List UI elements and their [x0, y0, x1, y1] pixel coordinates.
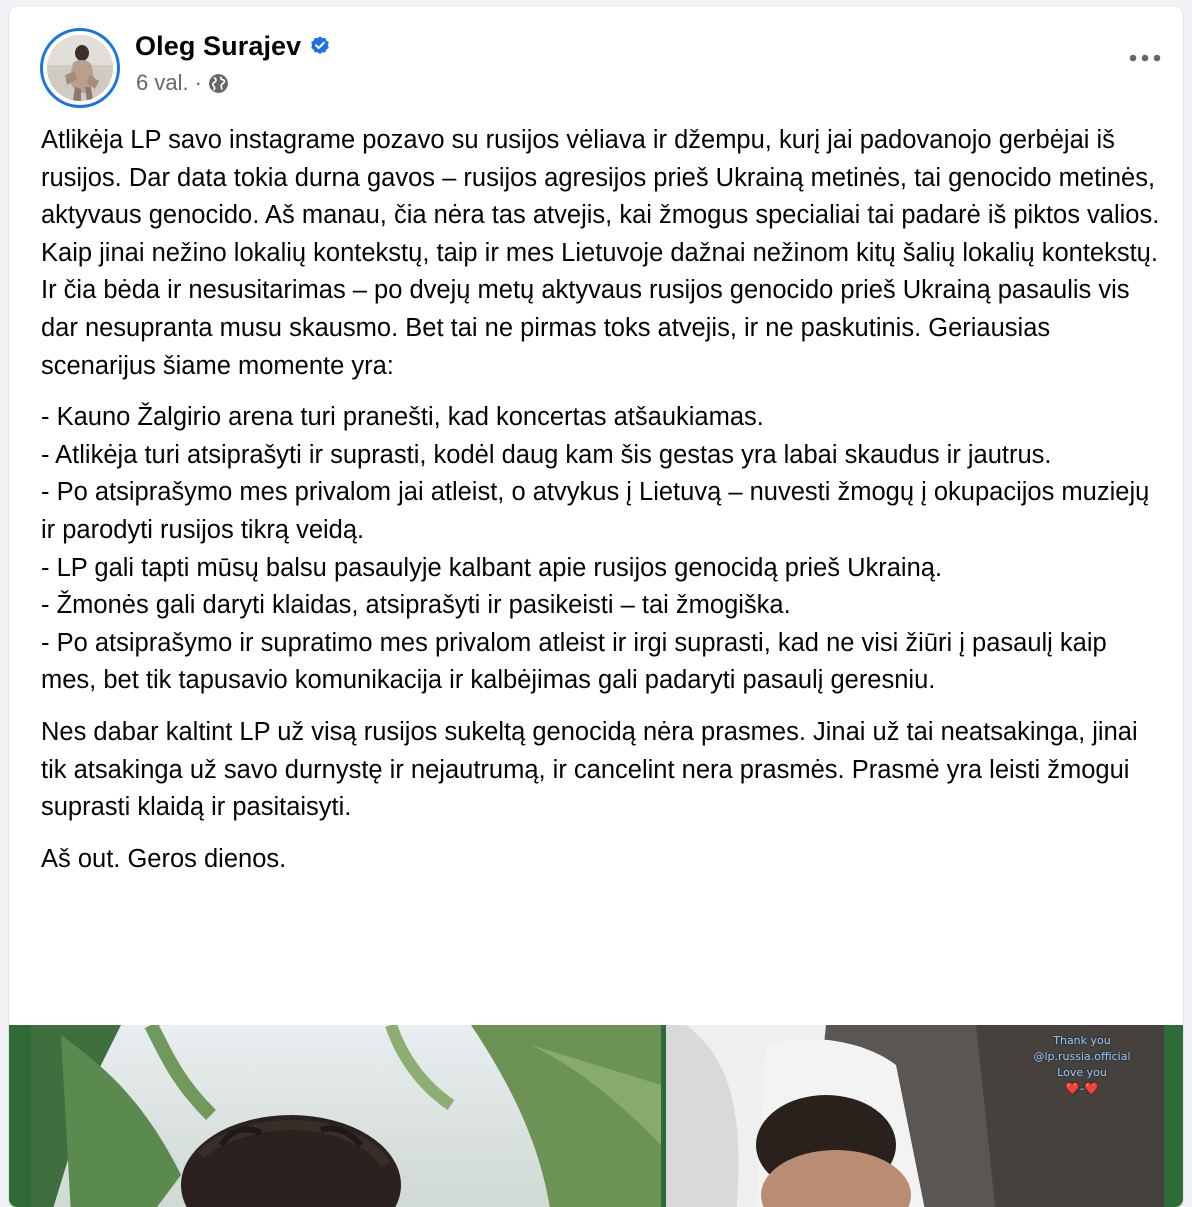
- avatar-photo: [47, 35, 113, 101]
- post-media[interactable]: Thank you @lp.russia.official Love you ❤…: [9, 1025, 1183, 1207]
- story-caption: Thank you @lp.russia.official Love you ❤…: [1012, 1033, 1152, 1097]
- author-name[interactable]: Oleg Surajev: [135, 31, 301, 62]
- post-paragraph-list: - Kauno Žalgirio arena turi pranešti, ka…: [41, 403, 1150, 695]
- post-paragraph: Nes dabar kaltint LP už visą rusijos suk…: [41, 717, 1138, 822]
- avatar[interactable]: [47, 35, 113, 101]
- post-paragraph: Aš out. Geros dienos.: [41, 844, 287, 873]
- post-timestamp[interactable]: 6 val.: [136, 70, 189, 96]
- author-row: Oleg Surajev: [135, 29, 331, 63]
- post-card: Oleg Surajev 6 val. · Atlikėja LP savo i…: [9, 7, 1183, 1207]
- post-meta: 6 val. ·: [136, 69, 229, 97]
- story-caption-line: ❤️–❤️: [1065, 1082, 1099, 1095]
- meta-separator: ·: [194, 70, 202, 95]
- story-caption-line: Love you: [1057, 1066, 1107, 1079]
- post-header: Oleg Surajev 6 val. ·: [9, 7, 1183, 117]
- photo-foliage: [31, 1025, 661, 1207]
- story-caption-line: @lp.russia.official: [1033, 1050, 1131, 1063]
- media-photo-right[interactable]: Thank you @lp.russia.official Love you ❤…: [666, 1025, 1164, 1207]
- globe-icon[interactable]: [208, 73, 229, 94]
- media-photo-left[interactable]: [31, 1025, 661, 1207]
- post-body: Atlikėja LP savo instagrame pozavo su ru…: [41, 122, 1165, 892]
- story-caption-line: Thank you: [1053, 1034, 1111, 1047]
- more-options-button[interactable]: [1121, 42, 1169, 74]
- verified-badge-icon: [309, 35, 331, 57]
- more-horizontal-icon: [1129, 54, 1161, 62]
- story-ring[interactable]: [40, 28, 120, 108]
- post-paragraph: Atlikėja LP savo instagrame pozavo su ru…: [41, 126, 1160, 380]
